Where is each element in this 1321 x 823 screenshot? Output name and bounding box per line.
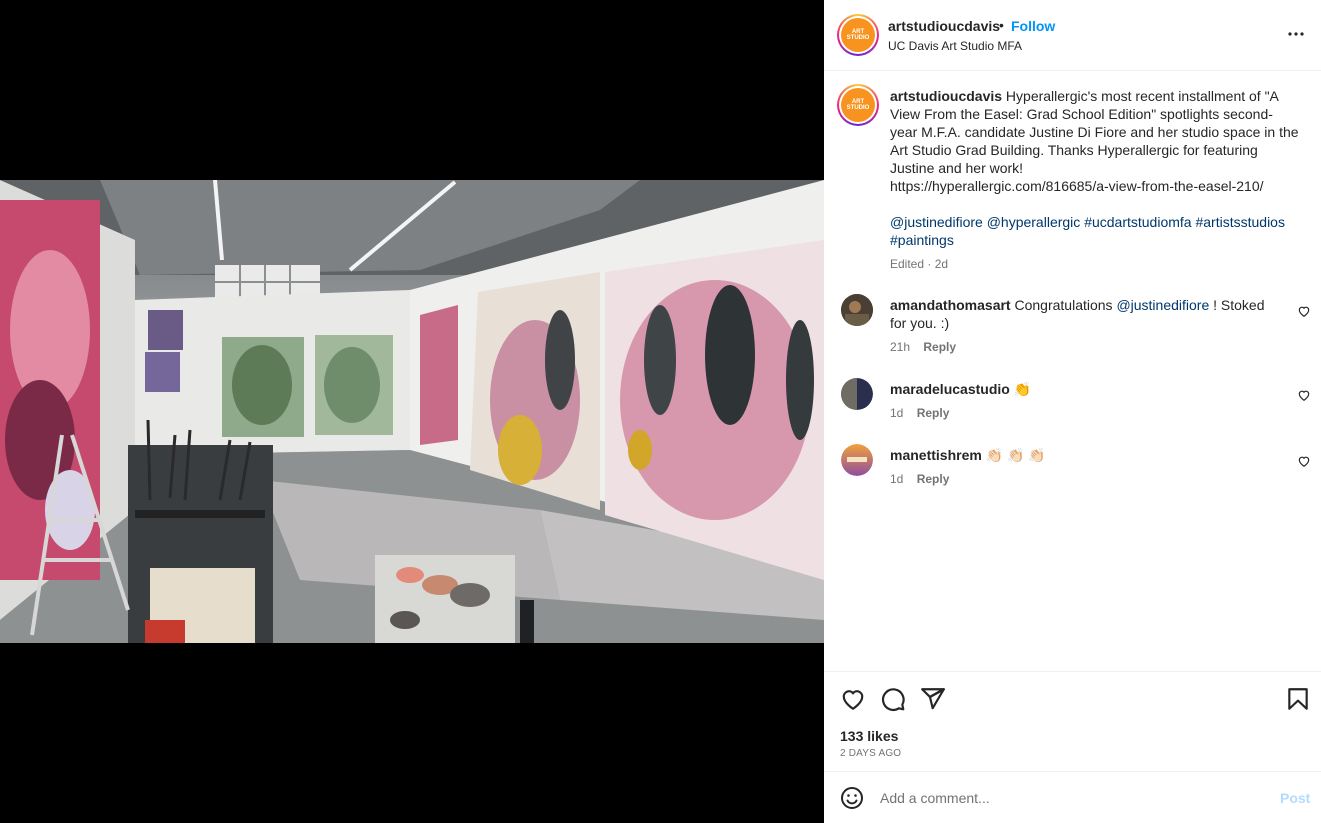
comment-like-heart-icon[interactable] [1297, 454, 1311, 468]
emoji-icon[interactable] [840, 786, 864, 810]
comment-item: maradelucastudio 👏 1d Reply [824, 378, 1321, 438]
hashtag-paintings[interactable]: #paintings [890, 232, 954, 248]
comment-time: 1d [890, 472, 904, 486]
comment-username[interactable]: manettishrem [890, 447, 982, 463]
comment-like-heart-icon[interactable] [1297, 388, 1311, 402]
comment-item: amandathomasart Congratulations @justine… [824, 294, 1321, 354]
comment-time: 1d [890, 406, 904, 420]
caption-meta: Edited · 2d [890, 257, 949, 271]
reply-button[interactable]: Reply [917, 406, 950, 420]
post-photo-artist-studio [0, 180, 824, 643]
comment-body: Congratulations [1014, 297, 1113, 313]
art-studio-logo: ART STUDIO [841, 18, 875, 52]
media-viewer [0, 0, 824, 823]
commenter-avatar[interactable] [841, 294, 873, 326]
profile-avatar[interactable]: ART STUDIO [837, 14, 879, 56]
hashtag-ucdartstudiomfa[interactable]: #ucdartstudiomfa [1084, 214, 1191, 230]
hashtag-artistsstudios[interactable]: #artistsstudios [1195, 214, 1284, 230]
reply-button[interactable]: Reply [917, 472, 950, 486]
comment-body: 👏🏻 👏🏻 👏🏻 [985, 447, 1046, 463]
separator-dot: • [999, 17, 1004, 33]
comment-meta: 21h Reply [890, 340, 956, 354]
reply-button[interactable]: Reply [923, 340, 956, 354]
art-studio-logo: ART STUDIO [841, 88, 875, 122]
post-comment-button[interactable]: Post [1280, 790, 1310, 806]
comment-like-heart-icon[interactable] [1297, 304, 1311, 318]
heart-icon[interactable] [840, 686, 866, 712]
comment-icon[interactable] [880, 686, 906, 712]
caption-avatar[interactable]: ART STUDIO [837, 84, 879, 126]
header-username[interactable]: artstudioucdavis [888, 18, 1000, 34]
caption-tags: @justinedifiore @hyperallergic #ucdartst… [890, 213, 1300, 249]
post-timestamp: 2 DAYS AGO [840, 748, 902, 759]
bookmark-icon[interactable] [1285, 686, 1311, 712]
mention-hyperallergic[interactable]: @hyperallergic [987, 214, 1081, 230]
comment-input[interactable] [880, 785, 1260, 811]
add-comment-bar: Post [824, 771, 1321, 823]
caption-username[interactable]: artstudioucdavis [890, 88, 1002, 104]
follow-button[interactable]: Follow [1011, 18, 1055, 34]
likes-count[interactable]: 133 likes [840, 728, 898, 744]
instagram-post-modal: ART STUDIO artstudioucdavis • Follow UC D… [0, 0, 1321, 823]
comment-username[interactable]: maradelucastudio [890, 381, 1010, 397]
comment-meta: 1d Reply [890, 472, 949, 486]
comment-mention[interactable]: @justinedifiore [1116, 297, 1209, 313]
comment-meta: 1d Reply [890, 406, 949, 420]
comment-username[interactable]: amandathomasart [890, 297, 1011, 313]
caption-url: https://hyperallergic.com/816685/a-view-… [890, 178, 1264, 194]
more-options-icon[interactable] [1284, 22, 1308, 46]
post-actions: 133 likes 2 DAYS AGO [824, 671, 1321, 771]
share-icon[interactable] [920, 686, 946, 712]
comment-item: manettishrem 👏🏻 👏🏻 👏🏻 1d Reply [824, 444, 1321, 504]
mention-justinedifiore[interactable]: @justinedifiore [890, 214, 983, 230]
comment-text: amandathomasart Congratulations @justine… [890, 296, 1280, 332]
comment-text: manettishrem 👏🏻 👏🏻 👏🏻 [890, 446, 1280, 464]
comment-time: 21h [890, 340, 911, 354]
comment-text: maradelucastudio 👏 [890, 380, 1280, 398]
studio-illustration [0, 180, 824, 643]
post-header: ART STUDIO artstudioucdavis • Follow UC D… [824, 0, 1321, 71]
commenter-avatar[interactable] [841, 444, 873, 476]
post-side-panel: ART STUDIO artstudioucdavis • Follow UC D… [824, 0, 1321, 823]
caption-text: artstudioucdavis Hyperallergic's most re… [890, 87, 1300, 249]
header-subtitle[interactable]: UC Davis Art Studio MFA [888, 39, 1022, 53]
comment-body: 👏 [1013, 381, 1032, 397]
commenter-avatar[interactable] [841, 378, 873, 410]
